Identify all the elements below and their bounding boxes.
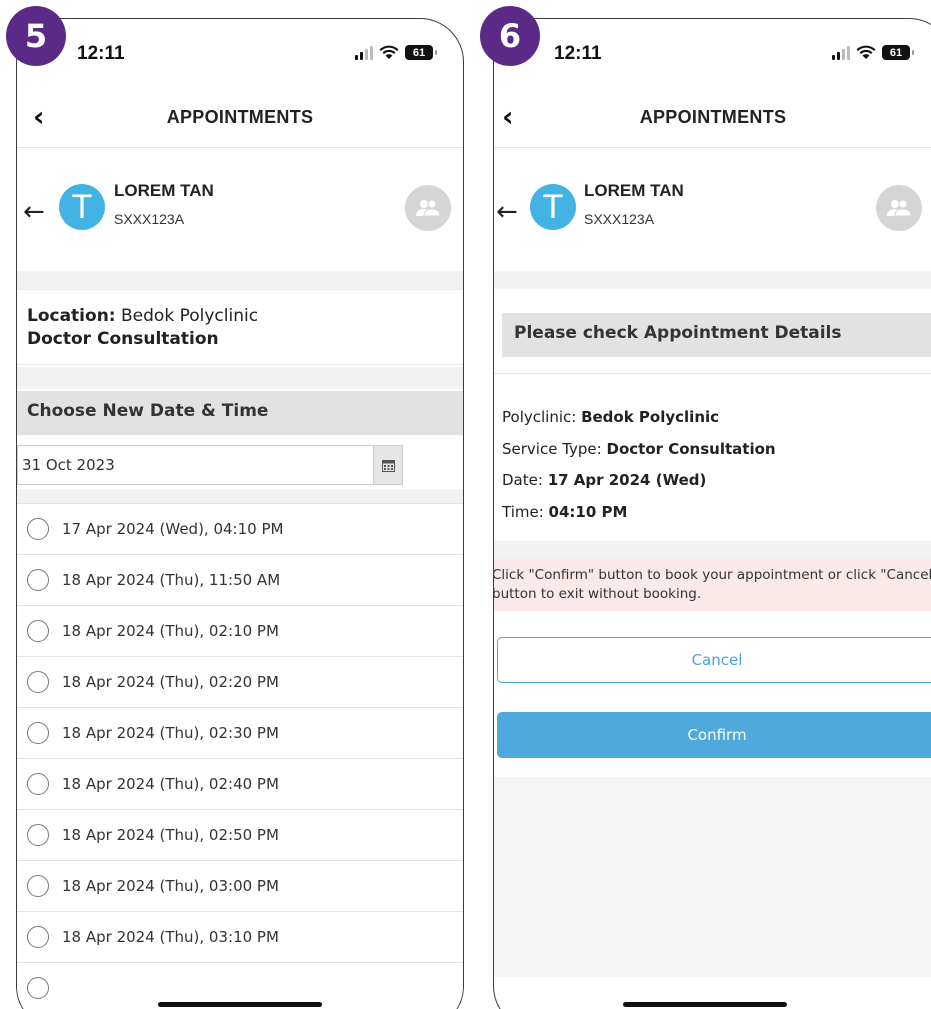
divider: [494, 147, 931, 148]
time-slot-label: 18 Apr 2024 (Thu), 02:50 PM: [62, 826, 279, 844]
patient-name: LOREM TAN: [114, 181, 214, 200]
time-slot[interactable]: 18 Apr 2024 (Thu), 02:20 PM: [17, 656, 463, 707]
empty-area: [494, 777, 931, 977]
location-value: Bedok Polyclinic: [121, 306, 259, 326]
time-value: 04:10 PM: [548, 502, 628, 521]
service-name: Doctor Consultation: [27, 329, 219, 349]
profile-header: ← T LOREM TAN SXXX123A: [494, 169, 931, 279]
wifi-icon: [856, 45, 876, 59]
date-label: Date:: [502, 471, 543, 489]
time-label: Time:: [502, 502, 544, 521]
divider: [17, 489, 463, 503]
nav-bar: ‹ APPOINTMENTS: [494, 97, 931, 139]
section-heading: Choose New Date & Time: [17, 391, 463, 435]
time-slot-label: 18 Apr 2024 (Thu), 02:30 PM: [62, 724, 279, 742]
divider: [17, 147, 463, 148]
time-slot[interactable]: 18 Apr 2024 (Thu), 02:30 PM: [17, 707, 463, 758]
service-type-value: Doctor Consultation: [606, 439, 776, 458]
radio-icon[interactable]: [27, 926, 49, 948]
page-title: APPOINTMENTS: [639, 107, 787, 127]
time-slot-label: 18 Apr 2024 (Thu), 11:50 AM: [62, 571, 281, 589]
radio-icon[interactable]: [27, 773, 49, 795]
back-arrow-icon[interactable]: ←: [23, 197, 45, 227]
divider: [494, 541, 931, 559]
step-badge: 5: [6, 6, 66, 66]
status-bar: 12:11 61: [17, 19, 463, 89]
service-type-label: Service Type:: [502, 439, 602, 458]
patient-id: SXXX123A: [114, 211, 185, 227]
time-slot[interactable]: 18 Apr 2024 (Thu), 02:10 PM: [17, 605, 463, 656]
radio-icon[interactable]: [27, 977, 49, 999]
phone-screen-choose-time: 12:11 61 ‹ APPOINTMENTS ← T LOREM TAN SX…: [16, 18, 464, 1009]
confirm-button[interactable]: Confirm: [497, 712, 931, 758]
avatar: T: [59, 184, 105, 230]
confirm-instructions: Click "Confirm" button to book your appo…: [494, 559, 931, 611]
status-time: 12:11: [77, 43, 125, 64]
polyclinic-label: Polyclinic:: [502, 408, 577, 426]
time-slot[interactable]: 18 Apr 2024 (Thu), 02:50 PM: [17, 809, 463, 860]
location-label: Location:: [27, 306, 116, 326]
phone-screen-confirm: 12:11 61 ‹ APPOINTMENTS ← T LOREM TAN SX…: [493, 18, 931, 1009]
wifi-icon: [379, 45, 399, 59]
status-icons: 61: [832, 45, 914, 60]
time-slot-label: 17 Apr 2024 (Wed), 04:10 PM: [62, 520, 284, 538]
radio-icon[interactable]: [27, 671, 49, 693]
battery-icon: 61: [405, 45, 437, 60]
status-time: 12:11: [554, 43, 602, 64]
patient-name: LOREM TAN: [584, 181, 684, 200]
family-switch-icon[interactable]: [405, 185, 451, 231]
divider: [17, 271, 463, 289]
divider: [494, 271, 931, 289]
time-slot[interactable]: 18 Apr 2024 (Thu), 11:50 AM: [17, 554, 463, 605]
radio-icon[interactable]: [27, 569, 49, 591]
date-value: 17 Apr 2024 (Wed): [547, 471, 707, 489]
home-indicator: [622, 1002, 787, 1007]
time-slot[interactable]: 17 Apr 2024 (Wed), 04:10 PM: [17, 503, 463, 554]
radio-icon[interactable]: [27, 875, 49, 897]
section-heading: Please check Appointment Details: [502, 313, 931, 357]
location-block: Location: Bedok Polyclinic Doctor Consul…: [17, 289, 463, 365]
nav-bar: ‹ APPOINTMENTS: [17, 97, 463, 139]
calendar-icon[interactable]: [373, 445, 403, 485]
avatar: T: [530, 184, 576, 230]
time-slot[interactable]: 18 Apr 2024 (Thu), 03:10 PM: [17, 911, 463, 962]
radio-icon[interactable]: [27, 620, 49, 642]
radio-icon[interactable]: [27, 722, 49, 744]
time-slot-label: 18 Apr 2024 (Thu), 03:10 PM: [62, 928, 279, 946]
time-slot-label: 18 Apr 2024 (Thu), 02:20 PM: [62, 673, 279, 691]
time-slot-label: 18 Apr 2024 (Thu), 02:40 PM: [62, 775, 279, 793]
time-slot[interactable]: 18 Apr 2024 (Thu), 02:40 PM: [17, 758, 463, 809]
date-field[interactable]: 31 Oct 2023: [17, 445, 402, 485]
radio-icon[interactable]: [27, 518, 49, 540]
time-slot-list: 17 Apr 2024 (Wed), 04:10 PM 18 Apr 2024 …: [17, 503, 463, 1009]
time-slot[interactable]: 18 Apr 2024 (Thu), 03:00 PM: [17, 860, 463, 911]
page-title: APPOINTMENTS: [166, 107, 314, 127]
signal-icon: [832, 45, 850, 60]
patient-id: SXXX123A: [584, 211, 655, 227]
time-slot-label: 18 Apr 2024 (Thu), 02:10 PM: [62, 622, 279, 640]
polyclinic-value: Bedok Polyclinic: [581, 408, 720, 426]
appointment-details: Polyclinic: Bedok Polyclinic Service Typ…: [494, 373, 931, 541]
time-slot-label: 18 Apr 2024 (Thu), 03:00 PM: [62, 877, 279, 895]
cancel-button[interactable]: Cancel: [497, 637, 931, 683]
family-switch-icon[interactable]: [876, 185, 922, 231]
step-badge: 6: [480, 6, 540, 66]
status-icons: 61: [355, 45, 437, 60]
radio-icon[interactable]: [27, 824, 49, 846]
profile-header: ← T LOREM TAN SXXX123A: [17, 169, 463, 279]
divider: [17, 367, 463, 389]
status-bar: 12:11 61: [494, 19, 931, 89]
battery-icon: 61: [882, 45, 914, 60]
signal-icon: [355, 45, 373, 60]
home-indicator: [158, 1002, 322, 1007]
back-arrow-icon[interactable]: ←: [496, 197, 518, 227]
